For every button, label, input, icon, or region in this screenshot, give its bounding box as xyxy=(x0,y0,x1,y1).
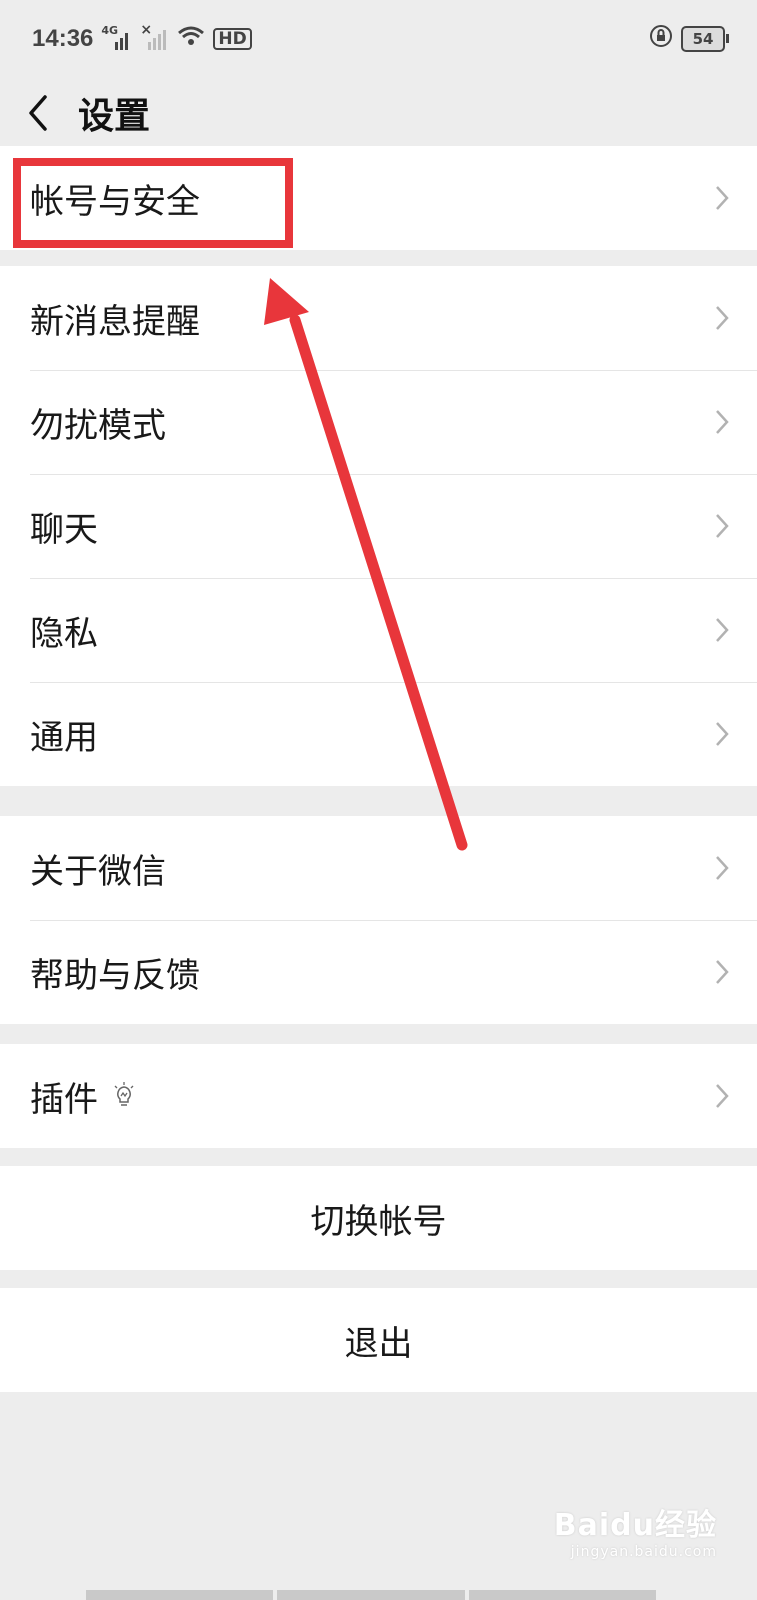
section-plugins: 插件 xyxy=(0,1044,757,1148)
nav-hint-segment xyxy=(86,1590,274,1600)
settings-item-plugins[interactable]: 插件 xyxy=(0,1044,757,1148)
nav-hint-segment xyxy=(468,1590,656,1600)
section-logout: 退出 xyxy=(0,1288,757,1392)
rotation-lock-icon xyxy=(649,24,673,54)
settings-item-general[interactable]: 通用 xyxy=(0,682,757,786)
logout-button[interactable]: 退出 xyxy=(0,1288,757,1392)
watermark-url: jingyan.baidu.com xyxy=(570,1544,717,1560)
settings-item-label: 聊天 xyxy=(30,509,98,550)
chevron-right-icon xyxy=(716,306,729,330)
section-switch-account: 切换帐号 xyxy=(0,1166,757,1270)
chevron-right-icon xyxy=(716,618,729,642)
switch-account-button[interactable]: 切换帐号 xyxy=(0,1166,757,1270)
settings-item-about-wechat[interactable]: 关于微信 xyxy=(0,816,757,920)
chevron-right-icon xyxy=(716,856,729,880)
chevron-right-icon xyxy=(716,722,729,746)
status-time: 14:36 xyxy=(32,25,94,52)
baidu-watermark: Baidu经验 jingyan.baidu.com xyxy=(554,1500,717,1560)
signal-4g-icon: 4G xyxy=(101,24,131,52)
status-left: 14:36 4G × HD xyxy=(32,22,252,53)
settings-item-label: 帮助与反馈 xyxy=(30,955,200,996)
settings-item-help-feedback[interactable]: 帮助与反馈 xyxy=(0,920,757,1024)
nav-bar: 设置 xyxy=(0,78,757,148)
back-arrow-icon xyxy=(29,95,47,131)
settings-item-label: 插件 xyxy=(30,1079,98,1120)
settings-item-label: 通用 xyxy=(30,717,98,758)
section-about: 关于微信 帮助与反馈 xyxy=(0,816,757,1024)
settings-item-label: 隐私 xyxy=(30,613,98,654)
lightbulb-icon xyxy=(114,1082,134,1106)
chevron-right-icon xyxy=(716,186,729,210)
bottom-nav-hint xyxy=(86,1590,656,1600)
settings-item-do-not-disturb[interactable]: 勿扰模式 xyxy=(0,370,757,474)
settings-item-label: 勿扰模式 xyxy=(30,405,166,446)
wifi-icon xyxy=(177,25,205,53)
battery-indicator: 54 xyxy=(681,26,729,52)
switch-account-label: 切换帐号 xyxy=(310,1201,447,1242)
settings-item-label: 帐号与安全 xyxy=(30,181,200,222)
settings-item-account-security[interactable]: 帐号与安全 xyxy=(0,146,757,250)
settings-item-privacy[interactable]: 隐私 xyxy=(0,578,757,682)
signal-none-icon: × xyxy=(139,22,169,52)
section-preferences: 新消息提醒 勿扰模式 聊天 隐私 通用 xyxy=(0,266,757,786)
watermark-brand: Baidu经验 xyxy=(553,1508,717,1543)
settings-item-new-message-alerts[interactable]: 新消息提醒 xyxy=(0,266,757,370)
settings-item-label: 关于微信 xyxy=(30,851,166,892)
settings-item-label: 新消息提醒 xyxy=(30,301,200,342)
hd-icon: HD xyxy=(213,28,252,50)
chevron-right-icon xyxy=(716,960,729,984)
logout-label: 退出 xyxy=(344,1323,413,1364)
settings-item-chats[interactable]: 聊天 xyxy=(0,474,757,578)
status-right: 54 xyxy=(649,24,729,54)
nav-hint-segment xyxy=(277,1590,465,1600)
status-bar: 14:36 4G × HD 54 xyxy=(0,0,757,78)
chevron-right-icon xyxy=(716,1084,729,1108)
page-title: 设置 xyxy=(78,96,151,137)
back-button[interactable] xyxy=(0,78,76,148)
section-account: 帐号与安全 xyxy=(0,146,757,250)
chevron-right-icon xyxy=(716,410,729,434)
chevron-right-icon xyxy=(716,514,729,538)
